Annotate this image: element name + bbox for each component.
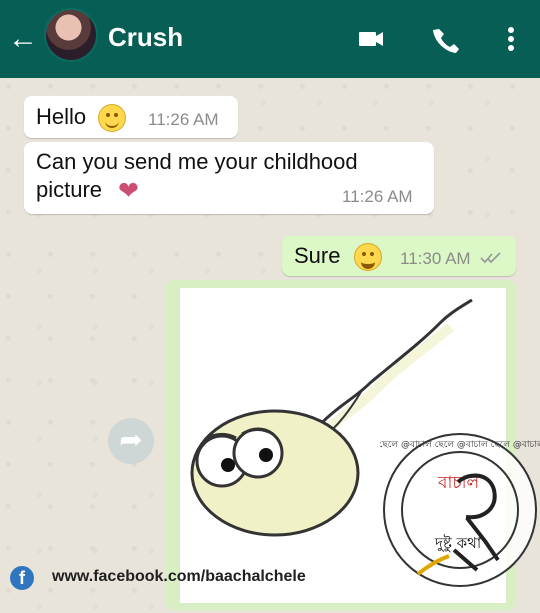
message-text: Sure — [294, 243, 341, 268]
forward-arrow-icon: ➦ — [119, 424, 143, 455]
message-text: Hello — [36, 104, 87, 129]
incoming-message: Hello 11:26 AM — [24, 96, 238, 138]
message-time: 11:26 AM — [342, 187, 413, 206]
contact-name[interactable]: Crush — [108, 22, 183, 53]
watermark-ring-text: বাচাল ছেলে @বাচাল ছেলে @বাচাল ছেলে @বাচা… — [380, 440, 540, 450]
smiling-face-icon — [98, 104, 126, 132]
incoming-message: Can you send me your childhood picture ❤… — [24, 142, 434, 214]
facebook-url[interactable]: www.facebook.com/baachalchele — [52, 568, 306, 586]
channel-watermark: বাচাল ছেলে @বাচাল ছেলে @বাচাল ছেলে @বাচা… — [380, 433, 540, 587]
chat-header: ← Crush — [0, 0, 540, 78]
double-check-icon — [480, 252, 501, 264]
back-button[interactable]: ← — [8, 22, 42, 56]
message-text-line-2: picture — [36, 177, 103, 202]
arrow-left-icon: ← — [8, 22, 38, 55]
message-time: 11:30 AM — [400, 249, 471, 268]
contact-avatar[interactable] — [44, 8, 98, 62]
video-call-icon[interactable] — [354, 22, 388, 56]
more-vert-icon[interactable] — [494, 22, 528, 56]
share-forward-button[interactable]: ➦ — [108, 418, 154, 464]
message-time: 11:26 AM — [148, 110, 219, 129]
heart-icon: ❤ — [118, 177, 139, 205]
message-text-line-1: Can you send me your childhood — [36, 149, 358, 174]
phone-call-icon[interactable] — [430, 22, 464, 56]
watermark-bottom-text: দুষ্টু কথা — [434, 534, 482, 552]
facebook-icon: f — [10, 566, 34, 590]
outgoing-message: Sure 11:30 AM — [282, 236, 516, 276]
grinning-face-icon — [354, 243, 382, 271]
